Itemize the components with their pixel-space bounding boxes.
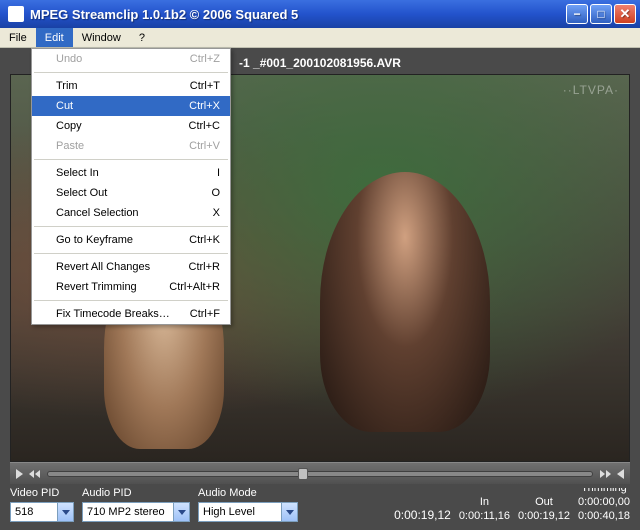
window-title: MPEG Streamclip 1.0.1b2 © 2006 Squared 5 — [30, 7, 298, 22]
trimming-top: 0:00:00,00 — [578, 496, 630, 508]
maximize-button[interactable]: □ — [590, 4, 612, 24]
close-button[interactable]: ✕ — [614, 4, 636, 24]
edit-menu-dropdown: UndoCtrl+Z TrimCtrl+T CutCtrl+X CopyCtrl… — [31, 48, 231, 325]
audio-mode-combo[interactable]: High Level — [198, 502, 298, 522]
chevron-down-icon[interactable] — [281, 503, 297, 521]
video-pid-combo[interactable]: 518 — [10, 502, 74, 522]
chevron-down-icon[interactable] — [57, 503, 73, 521]
current-time-value: 0:00:19,12 — [394, 508, 451, 522]
menubar: File Edit Window ? — [0, 28, 640, 48]
menu-separator — [34, 72, 228, 73]
menu-paste: PasteCtrl+V — [32, 136, 230, 156]
chevron-down-icon[interactable] — [173, 503, 189, 521]
menu-goto-keyframe[interactable]: Go to KeyframeCtrl+K — [32, 230, 230, 250]
out-value: 0:00:19,12 — [518, 510, 570, 522]
in-time: In 0:00:11,16 — [459, 496, 510, 522]
menu-separator — [34, 226, 228, 227]
step-forward-icon[interactable] — [599, 470, 611, 478]
out-time: Out 0:00:19,12 — [518, 496, 570, 522]
video-pid-col: Video PID 518 — [10, 487, 74, 522]
video-pid-label: Video PID — [10, 487, 74, 499]
audio-mode-value: High Level — [199, 506, 281, 518]
audio-pid-combo[interactable]: 710 MP2 stereo — [82, 502, 190, 522]
in-label: In — [459, 496, 510, 508]
minimize-button[interactable]: − — [566, 4, 588, 24]
window-titlebar: MPEG Streamclip 1.0.1b2 © 2006 Squared 5… — [0, 0, 640, 28]
step-back-icon[interactable] — [29, 470, 41, 478]
menu-cancel-selection[interactable]: Cancel SelectionX — [32, 203, 230, 223]
menu-trim[interactable]: TrimCtrl+T — [32, 76, 230, 96]
in-value: 0:00:11,16 — [459, 510, 510, 522]
video-pid-value: 518 — [11, 506, 57, 518]
menu-separator — [34, 159, 228, 160]
menu-fix-timecode[interactable]: Fix Timecode Breaks…Ctrl+F — [32, 304, 230, 324]
seek-track[interactable] — [47, 471, 593, 477]
play-bar — [10, 462, 630, 484]
menu-select-in[interactable]: Select InI — [32, 163, 230, 183]
menu-window[interactable]: Window — [73, 28, 130, 47]
menu-copy[interactable]: CopyCtrl+C — [32, 116, 230, 136]
menu-revert-all[interactable]: Revert All ChangesCtrl+R — [32, 257, 230, 277]
audio-pid-value: 710 MP2 stereo — [83, 506, 173, 518]
menu-edit[interactable]: Edit — [36, 28, 73, 47]
menu-select-out[interactable]: Select OutO — [32, 183, 230, 203]
watermark: ··LTVPA· — [563, 83, 619, 97]
menu-revert-trimming[interactable]: Revert TrimmingCtrl+Alt+R — [32, 277, 230, 297]
app-icon — [8, 6, 24, 22]
seek-thumb[interactable] — [298, 468, 308, 480]
audio-pid-col: Audio PID 710 MP2 stereo — [82, 487, 190, 522]
menu-file[interactable]: File — [0, 28, 36, 47]
audio-mode-col: Audio Mode High Level — [198, 487, 298, 522]
current-time: 0:00:19,12 — [394, 494, 451, 522]
trimming-bottom: 0:00:40,18 — [578, 510, 630, 522]
play-reverse-icon[interactable] — [617, 469, 624, 479]
menu-cut[interactable]: CutCtrl+X — [32, 96, 230, 116]
menu-separator — [34, 300, 228, 301]
audio-pid-label: Audio PID — [82, 487, 190, 499]
audio-mode-label: Audio Mode — [198, 487, 298, 499]
bottom-bar: Video PID 518 Audio PID 710 MP2 stereo A… — [0, 488, 640, 530]
menu-help[interactable]: ? — [130, 28, 154, 47]
menu-separator — [34, 253, 228, 254]
play-icon[interactable] — [16, 469, 23, 479]
menu-undo: UndoCtrl+Z — [32, 49, 230, 69]
out-label: Out — [518, 496, 570, 508]
